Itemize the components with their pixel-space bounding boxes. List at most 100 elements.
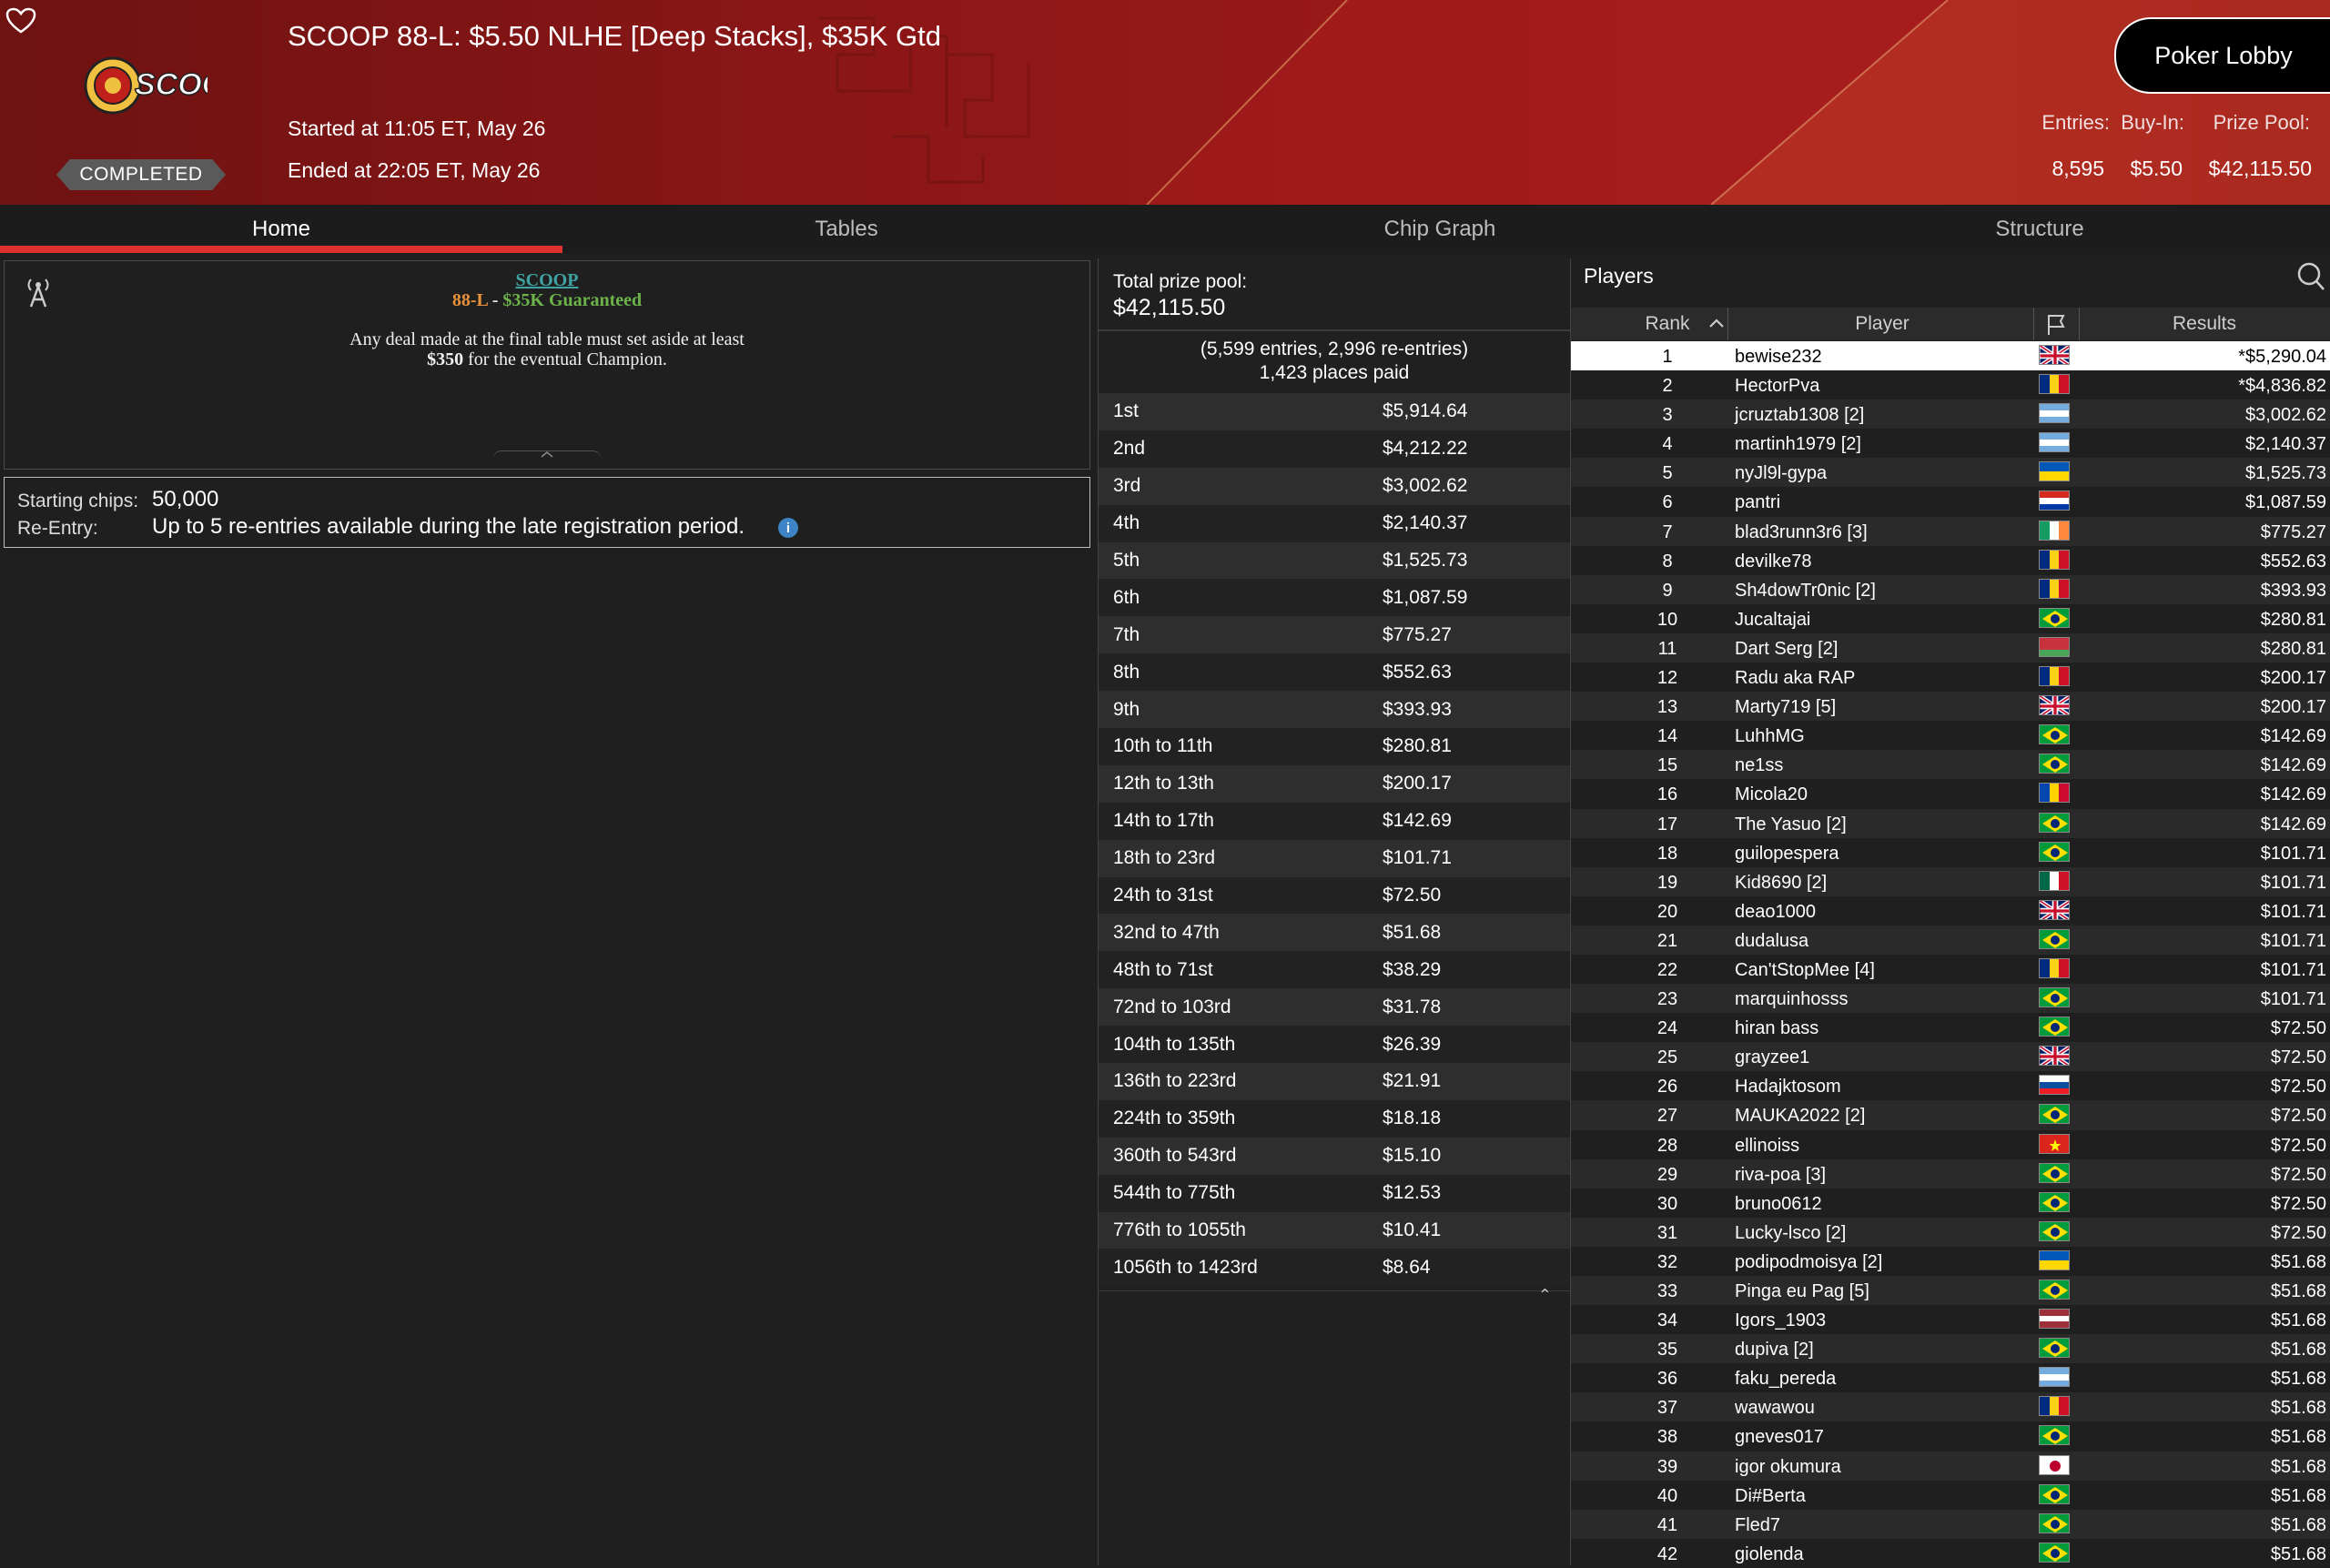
player-result: $72.50 bbox=[2270, 1222, 2326, 1243]
event-code: 88-L bbox=[451, 290, 488, 310]
player-row[interactable]: 35 dupiva [2] $51.68 bbox=[1571, 1334, 2330, 1364]
player-row[interactable]: 2 HectorPva *$4,836.82 bbox=[1571, 370, 2330, 400]
sort-ascending-icon[interactable] bbox=[1707, 317, 1726, 329]
search-icon[interactable] bbox=[2295, 260, 2326, 293]
player-row[interactable]: 5 nyJl9l-gypa $1,525.73 bbox=[1571, 458, 2330, 488]
payout-place: 48th to 71st bbox=[1113, 958, 1213, 980]
player-name: nyJl9l-gypa bbox=[1735, 463, 1828, 484]
player-result: $2,140.37 bbox=[2245, 434, 2326, 455]
player-row[interactable]: 18 guilopespera $101.71 bbox=[1571, 837, 2330, 867]
player-name: Radu aka RAP bbox=[1735, 668, 1856, 689]
player-name: Fled7 bbox=[1735, 1514, 1781, 1535]
payout-collapse-handle[interactable]: ⌃ bbox=[1099, 1286, 1570, 1310]
player-row[interactable]: 26 Hadajktosom $72.50 bbox=[1571, 1071, 2330, 1101]
player-row[interactable]: 23 marquinhosss $101.71 bbox=[1571, 984, 2330, 1014]
payout-amount: $5,914.64 bbox=[1383, 400, 1468, 422]
player-row[interactable]: 17 The Yasuo [2] $142.69 bbox=[1571, 808, 2330, 838]
player-row[interactable]: 37 wawawou $51.68 bbox=[1571, 1392, 2330, 1422]
poker-lobby-button[interactable]: Poker Lobby bbox=[2114, 17, 2330, 94]
player-row[interactable]: 29 riva-poa [3] $72.50 bbox=[1571, 1158, 2330, 1189]
event-guarantee: $35K Guaranteed bbox=[502, 290, 643, 310]
country-flag-icon bbox=[2039, 666, 2070, 687]
deal-note-line2: for the eventual Champion. bbox=[463, 349, 667, 369]
player-row[interactable]: 12 Radu aka RAP $200.17 bbox=[1571, 663, 2330, 693]
starting-chips-value: 50,000 bbox=[152, 487, 219, 511]
player-row[interactable]: 15 ne1ss $142.69 bbox=[1571, 750, 2330, 780]
chevron-up-icon bbox=[541, 451, 553, 458]
player-row[interactable]: 20 deao1000 $101.71 bbox=[1571, 895, 2330, 926]
player-row[interactable]: 31 Lucky-lsco [2] $72.50 bbox=[1571, 1217, 2330, 1247]
player-row[interactable]: 38 gneves017 $51.68 bbox=[1571, 1421, 2330, 1452]
player-row[interactable]: 33 Pinga eu Pag [5] $51.68 bbox=[1571, 1276, 2330, 1306]
player-row[interactable]: 32 podipodmoisya [2] $51.68 bbox=[1571, 1246, 2330, 1276]
player-result: $72.50 bbox=[2270, 1106, 2326, 1127]
payout-place: 8th bbox=[1113, 661, 1140, 683]
players-panel: Players Rank Player Results 1 bewise232 *$… bbox=[1571, 257, 2330, 1568]
flag-column-icon[interactable] bbox=[2044, 313, 2068, 337]
country-flag-icon bbox=[2039, 870, 2070, 891]
player-result: $101.71 bbox=[2260, 872, 2326, 893]
payout-row: 2nd $4,212.22 bbox=[1099, 430, 1570, 468]
player-row[interactable]: 3 jcruztab1308 [2] $3,002.62 bbox=[1571, 400, 2330, 430]
tab-tables[interactable]: Tables bbox=[562, 205, 1130, 254]
player-row[interactable]: 7 blad3runn3r6 [3] $775.27 bbox=[1571, 516, 2330, 546]
player-row[interactable]: 6 pantri $1,087.59 bbox=[1571, 487, 2330, 517]
player-row[interactable]: 4 martinh1979 [2] $2,140.37 bbox=[1571, 429, 2330, 459]
player-name: Sh4dowTr0nic [2] bbox=[1735, 580, 1876, 601]
player-row[interactable]: 21 dudalusa $101.71 bbox=[1571, 925, 2330, 955]
results-column-header[interactable]: Results bbox=[2079, 308, 2330, 340]
player-name: MAUKA2022 [2] bbox=[1735, 1106, 1866, 1127]
player-name: Jucaltajai bbox=[1735, 609, 1811, 630]
player-row[interactable]: 9 Sh4dowTr0nic [2] $393.93 bbox=[1571, 574, 2330, 604]
payout-amount: $15.10 bbox=[1383, 1145, 1442, 1167]
player-row[interactable]: 25 grayzee1 $72.50 bbox=[1571, 1042, 2330, 1072]
player-row[interactable]: 14 LuhhMG $142.69 bbox=[1571, 721, 2330, 751]
player-name: blad3runn3r6 [3] bbox=[1735, 521, 1868, 542]
player-row[interactable]: 13 Marty719 [5] $200.17 bbox=[1571, 692, 2330, 722]
player-row[interactable]: 34 Igors_1903 $51.68 bbox=[1571, 1305, 2330, 1335]
tournament-header: SCOOP COMPLETED SCOOP 88-L: $5.50 NLHE [… bbox=[0, 0, 2330, 205]
player-row[interactable]: 30 bruno0612 $72.50 bbox=[1571, 1188, 2330, 1218]
player-row[interactable]: 22 Can'tStopMee [4] $101.71 bbox=[1571, 954, 2330, 985]
info-collapse-handle[interactable] bbox=[492, 450, 602, 470]
favorite-heart-icon[interactable] bbox=[5, 7, 36, 35]
player-result: $393.93 bbox=[2260, 580, 2326, 601]
country-flag-icon bbox=[2039, 1512, 2070, 1533]
player-row[interactable]: 41 Fled7 $51.68 bbox=[1571, 1509, 2330, 1539]
player-result: $280.81 bbox=[2260, 638, 2326, 659]
player-row[interactable]: 28 ellinoiss $72.50 bbox=[1571, 1129, 2330, 1159]
player-row[interactable]: 39 igor okumura $51.68 bbox=[1571, 1451, 2330, 1481]
player-row[interactable]: 8 devilke78 $552.63 bbox=[1571, 545, 2330, 575]
start-time: Started at 11:05 ET, May 26 bbox=[288, 116, 546, 140]
country-flag-icon bbox=[2039, 1162, 2070, 1183]
player-row[interactable]: 40 Di#Berta $51.68 bbox=[1571, 1480, 2330, 1510]
payout-row: 8th $552.63 bbox=[1099, 653, 1570, 692]
player-row[interactable]: 36 faku_pereda $51.68 bbox=[1571, 1363, 2330, 1393]
tab-chip-graph[interactable]: Chip Graph bbox=[1130, 205, 1749, 254]
payout-row: 3rd $3,002.62 bbox=[1099, 467, 1570, 505]
scoop-link[interactable]: SCOOP bbox=[5, 270, 1089, 291]
player-name: dudalusa bbox=[1735, 930, 1809, 951]
player-row[interactable]: 27 MAUKA2022 [2] $72.50 bbox=[1571, 1100, 2330, 1130]
player-row[interactable]: 10 Jucaltajai $280.81 bbox=[1571, 603, 2330, 633]
country-flag-icon bbox=[2039, 1367, 2070, 1388]
payout-row: 48th to 71st $38.29 bbox=[1099, 951, 1570, 989]
players-table-body: 1 bewise232 *$5,290.04 2 HectorPva *$4,836.82… bbox=[1571, 341, 2330, 1568]
country-flag-icon bbox=[2039, 1220, 2070, 1241]
player-result: $3,002.62 bbox=[2245, 405, 2326, 426]
player-row[interactable]: 11 Dart Serg [2] $280.81 bbox=[1571, 632, 2330, 663]
player-row[interactable]: 19 Kid8690 [2] $101.71 bbox=[1571, 866, 2330, 896]
player-column-header[interactable]: Player bbox=[1727, 308, 2037, 340]
player-result: $101.71 bbox=[2260, 959, 2326, 980]
info-icon[interactable]: i bbox=[778, 518, 798, 538]
player-row[interactable]: 1 bewise232 *$5,290.04 bbox=[1571, 341, 2330, 371]
country-flag-icon bbox=[2039, 899, 2070, 920]
player-row[interactable]: 42 giolenda $51.68 bbox=[1571, 1538, 2330, 1568]
payout-row: 360th to 543rd $15.10 bbox=[1099, 1137, 1570, 1175]
country-flag-icon bbox=[2039, 432, 2070, 453]
player-row[interactable]: 24 hiran bass $72.50 bbox=[1571, 1013, 2330, 1043]
player-row[interactable]: 16 Micola20 $142.69 bbox=[1571, 779, 2330, 809]
tab-structure[interactable]: Structure bbox=[1749, 205, 2330, 254]
tournament-info-panel: SCOOP 88-L - $35K Guaranteed Any deal ma… bbox=[4, 260, 1090, 470]
player-name: igor okumura bbox=[1735, 1456, 1841, 1477]
